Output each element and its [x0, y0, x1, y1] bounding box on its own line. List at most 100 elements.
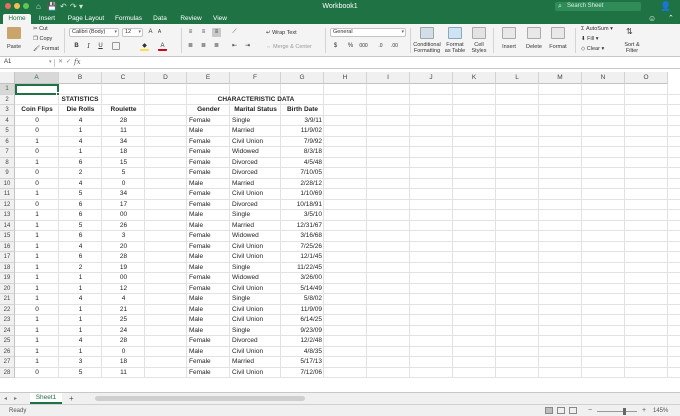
tab-page-layout[interactable]: Page Layout — [63, 14, 109, 24]
data-cell[interactable]: 6/14/25 — [281, 315, 324, 326]
data-cell[interactable]: Widowed — [230, 147, 281, 158]
data-cell[interactable]: Civil Union — [230, 368, 281, 379]
row-header[interactable]: 16 — [0, 241, 15, 252]
data-cell[interactable]: Female — [187, 147, 230, 158]
increase-indent-icon[interactable]: ⇥ — [243, 42, 252, 51]
delete-button[interactable]: Delete — [522, 44, 546, 51]
row-header[interactable]: 7 — [0, 147, 15, 158]
data-cell[interactable]: 28 — [102, 252, 145, 263]
column-title-cell[interactable]: Roulette — [102, 105, 145, 116]
row-header[interactable]: 5 — [0, 126, 15, 137]
data-cell[interactable]: Female — [187, 273, 230, 284]
data-cell[interactable]: 6 — [59, 252, 102, 263]
data-cell[interactable]: Married — [230, 179, 281, 190]
format-painter-button[interactable]: 🖌 Format — [33, 46, 59, 53]
data-cell[interactable]: 0 — [102, 347, 145, 358]
data-cell[interactable]: 3 — [59, 357, 102, 368]
cell-styles-button[interactable]: Cell Styles — [469, 42, 489, 54]
data-cell[interactable]: 11 — [102, 126, 145, 137]
data-cell[interactable]: 6 — [59, 210, 102, 221]
page-layout-view-icon[interactable] — [557, 407, 565, 414]
data-cell[interactable]: 1 — [59, 273, 102, 284]
column-header[interactable]: J — [410, 72, 453, 84]
data-cell[interactable]: 1 — [15, 263, 59, 274]
data-cell[interactable]: Civil Union — [230, 347, 281, 358]
next-sheet-icon[interactable]: ▸ — [14, 394, 17, 404]
align-center-icon[interactable]: ≣ — [199, 42, 208, 51]
data-cell[interactable]: 1 — [15, 273, 59, 284]
data-cell[interactable]: Female — [187, 357, 230, 368]
autosum-button[interactable]: Σ AutoSum ▾ — [581, 26, 613, 33]
data-cell[interactable]: Single — [230, 326, 281, 337]
paste-button[interactable]: Paste — [2, 44, 26, 51]
formula-input[interactable] — [88, 58, 676, 67]
zoom-out-icon[interactable]: − — [588, 406, 592, 416]
data-cell[interactable]: Divorced — [230, 336, 281, 347]
data-cell[interactable]: Married — [230, 221, 281, 232]
data-cell[interactable]: 1/10/69 — [281, 189, 324, 200]
tab-formulas[interactable]: Formulas — [112, 14, 145, 24]
data-cell[interactable]: Single — [230, 116, 281, 127]
format-as-table-button[interactable]: Format as Table — [443, 42, 467, 54]
normal-view-icon[interactable] — [545, 407, 553, 414]
bold-button[interactable]: B — [72, 42, 81, 51]
data-cell[interactable]: 0 — [15, 116, 59, 127]
data-cell[interactable]: 25 — [102, 315, 145, 326]
data-cell[interactable]: Male — [187, 326, 230, 337]
data-cell[interactable]: 1 — [59, 315, 102, 326]
data-cell[interactable]: Female — [187, 336, 230, 347]
data-cell[interactable]: 11/9/02 — [281, 126, 324, 137]
data-cell[interactable]: 6 — [59, 231, 102, 242]
data-cell[interactable]: Single — [230, 263, 281, 274]
data-cell[interactable]: 9/23/09 — [281, 326, 324, 337]
user-icon[interactable]: 👤 — [660, 1, 671, 11]
data-cell[interactable]: 1 — [15, 252, 59, 263]
search-sheet-input[interactable]: ⌕ Search Sheet — [555, 2, 641, 11]
data-cell[interactable]: Civil Union — [230, 242, 281, 253]
column-header[interactable]: N — [582, 72, 625, 84]
data-cell[interactable]: 1 — [15, 347, 59, 358]
data-cell[interactable]: 34 — [102, 137, 145, 148]
data-cell[interactable]: Female — [187, 231, 230, 242]
decrease-decimal-icon[interactable]: .00 — [390, 42, 399, 51]
font-color-icon[interactable]: A — [158, 42, 167, 51]
data-cell[interactable]: 00 — [102, 273, 145, 284]
column-header[interactable]: M — [539, 72, 582, 84]
data-cell[interactable]: Female — [187, 368, 230, 379]
data-cell[interactable]: 1 — [15, 294, 59, 305]
data-cell[interactable]: 7/9/92 — [281, 137, 324, 148]
statistics-title[interactable]: STATISTICS — [15, 95, 145, 106]
data-cell[interactable]: Civil Union — [230, 315, 281, 326]
data-cell[interactable]: 0 — [15, 168, 59, 179]
data-cell[interactable]: 1 — [59, 284, 102, 295]
data-cell[interactable]: 3/16/68 — [281, 231, 324, 242]
align-top-icon[interactable]: ≡ — [186, 28, 195, 37]
sort-filter-icon[interactable]: ⇅ — [626, 28, 633, 36]
data-cell[interactable]: 34 — [102, 189, 145, 200]
select-all-corner[interactable] — [0, 72, 15, 84]
row-header[interactable]: 2 — [0, 94, 15, 105]
data-cell[interactable]: 6 — [59, 158, 102, 169]
row-header[interactable]: 8 — [0, 157, 15, 168]
data-cell[interactable]: 3 — [102, 231, 145, 242]
font-size-select[interactable]: 12 ▾ — [122, 28, 143, 37]
zoom-slider[interactable] — [597, 411, 637, 412]
data-cell[interactable]: Male — [187, 305, 230, 316]
data-cell[interactable]: 5/14/49 — [281, 284, 324, 295]
data-cell[interactable]: Divorced — [230, 158, 281, 169]
data-cell[interactable]: Civil Union — [230, 252, 281, 263]
sort-filter-button[interactable]: Sort & Filter — [620, 42, 644, 54]
data-cell[interactable]: Male — [187, 210, 230, 221]
data-cell[interactable]: 0 — [15, 200, 59, 211]
data-cell[interactable]: Civil Union — [230, 284, 281, 295]
data-cell[interactable]: 12/31/67 — [281, 221, 324, 232]
data-cell[interactable]: 5 — [59, 368, 102, 379]
column-header[interactable]: K — [453, 72, 496, 84]
column-header[interactable]: A — [15, 72, 59, 84]
row-header[interactable]: 24 — [0, 325, 15, 336]
data-cell[interactable]: Widowed — [230, 273, 281, 284]
data-cell[interactable]: 1 — [59, 347, 102, 358]
confirm-icon[interactable]: ✓ — [66, 58, 71, 67]
data-cell[interactable]: 7/10/05 — [281, 168, 324, 179]
data-cell[interactable]: 00 — [102, 210, 145, 221]
